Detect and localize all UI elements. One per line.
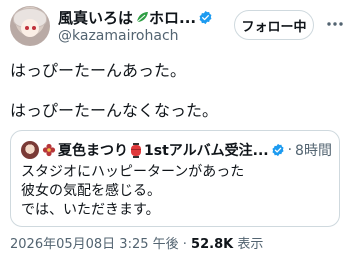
views-label: 表示	[233, 237, 264, 252]
leaf-icon	[136, 12, 149, 23]
quoted-timestamp[interactable]: 8時間	[295, 140, 332, 160]
quoted-author-name-suffix[interactable]: 1stアルバム受注...	[144, 140, 269, 160]
tweet-meta: 2026年05月08日 3:25 午後 · 52.8K 表示	[10, 233, 263, 252]
tweet-line-2: はっぴーたーんなくなった。	[10, 101, 219, 120]
author-name-suffix[interactable]: ホロ...	[149, 7, 196, 28]
quoted-author-name[interactable]: 夏色まつり	[58, 140, 128, 160]
more-options-button[interactable]	[325, 14, 345, 34]
quoted-tweet[interactable]: 夏色まつり 1stアルバム受注... · 8時間 スタジオにハッピーターンがあっ…	[10, 130, 340, 227]
author-handle[interactable]: @kazamairohach	[58, 28, 179, 44]
quoted-line-3: では、いただきます。	[21, 202, 160, 218]
verified-icon	[199, 10, 212, 24]
view-count: 52.8K	[191, 237, 234, 252]
meta-separator: ·	[178, 237, 192, 252]
quoted-avatar[interactable]	[21, 141, 39, 159]
quoted-tweet-text: スタジオにハッピーターンがあった 彼女の気配を感じる。 では、いただきます。	[21, 163, 244, 220]
tweet-text: はっぴーたーんあった。 はっぴーたーんなくなった。	[10, 60, 340, 122]
tweet-header: 風真いろは ホロ... @kazamairohach フォロー中	[10, 6, 343, 46]
quoted-separator: ·	[287, 142, 293, 158]
lantern-icon	[131, 142, 141, 158]
quoted-tweet-header: 夏色まつり 1stアルバム受注... · 8時間	[21, 141, 332, 159]
flower-icon	[42, 143, 56, 157]
tweet-datetime[interactable]: 2026年05月08日 3:25 午後	[10, 237, 179, 252]
following-button[interactable]: フォロー中	[234, 10, 314, 40]
quoted-line-1: スタジオにハッピーターンがあった	[21, 164, 245, 180]
quoted-line-2: 彼女の気配を感じる。	[21, 183, 161, 199]
author-display-name[interactable]: 風真いろは	[58, 7, 133, 28]
verified-icon	[272, 143, 284, 157]
avatar[interactable]	[10, 6, 50, 46]
author-name-row[interactable]: 風真いろは ホロ...	[58, 7, 213, 27]
tweet-line-1: はっぴーたーんあった。	[10, 61, 187, 80]
more-icon	[327, 22, 343, 26]
